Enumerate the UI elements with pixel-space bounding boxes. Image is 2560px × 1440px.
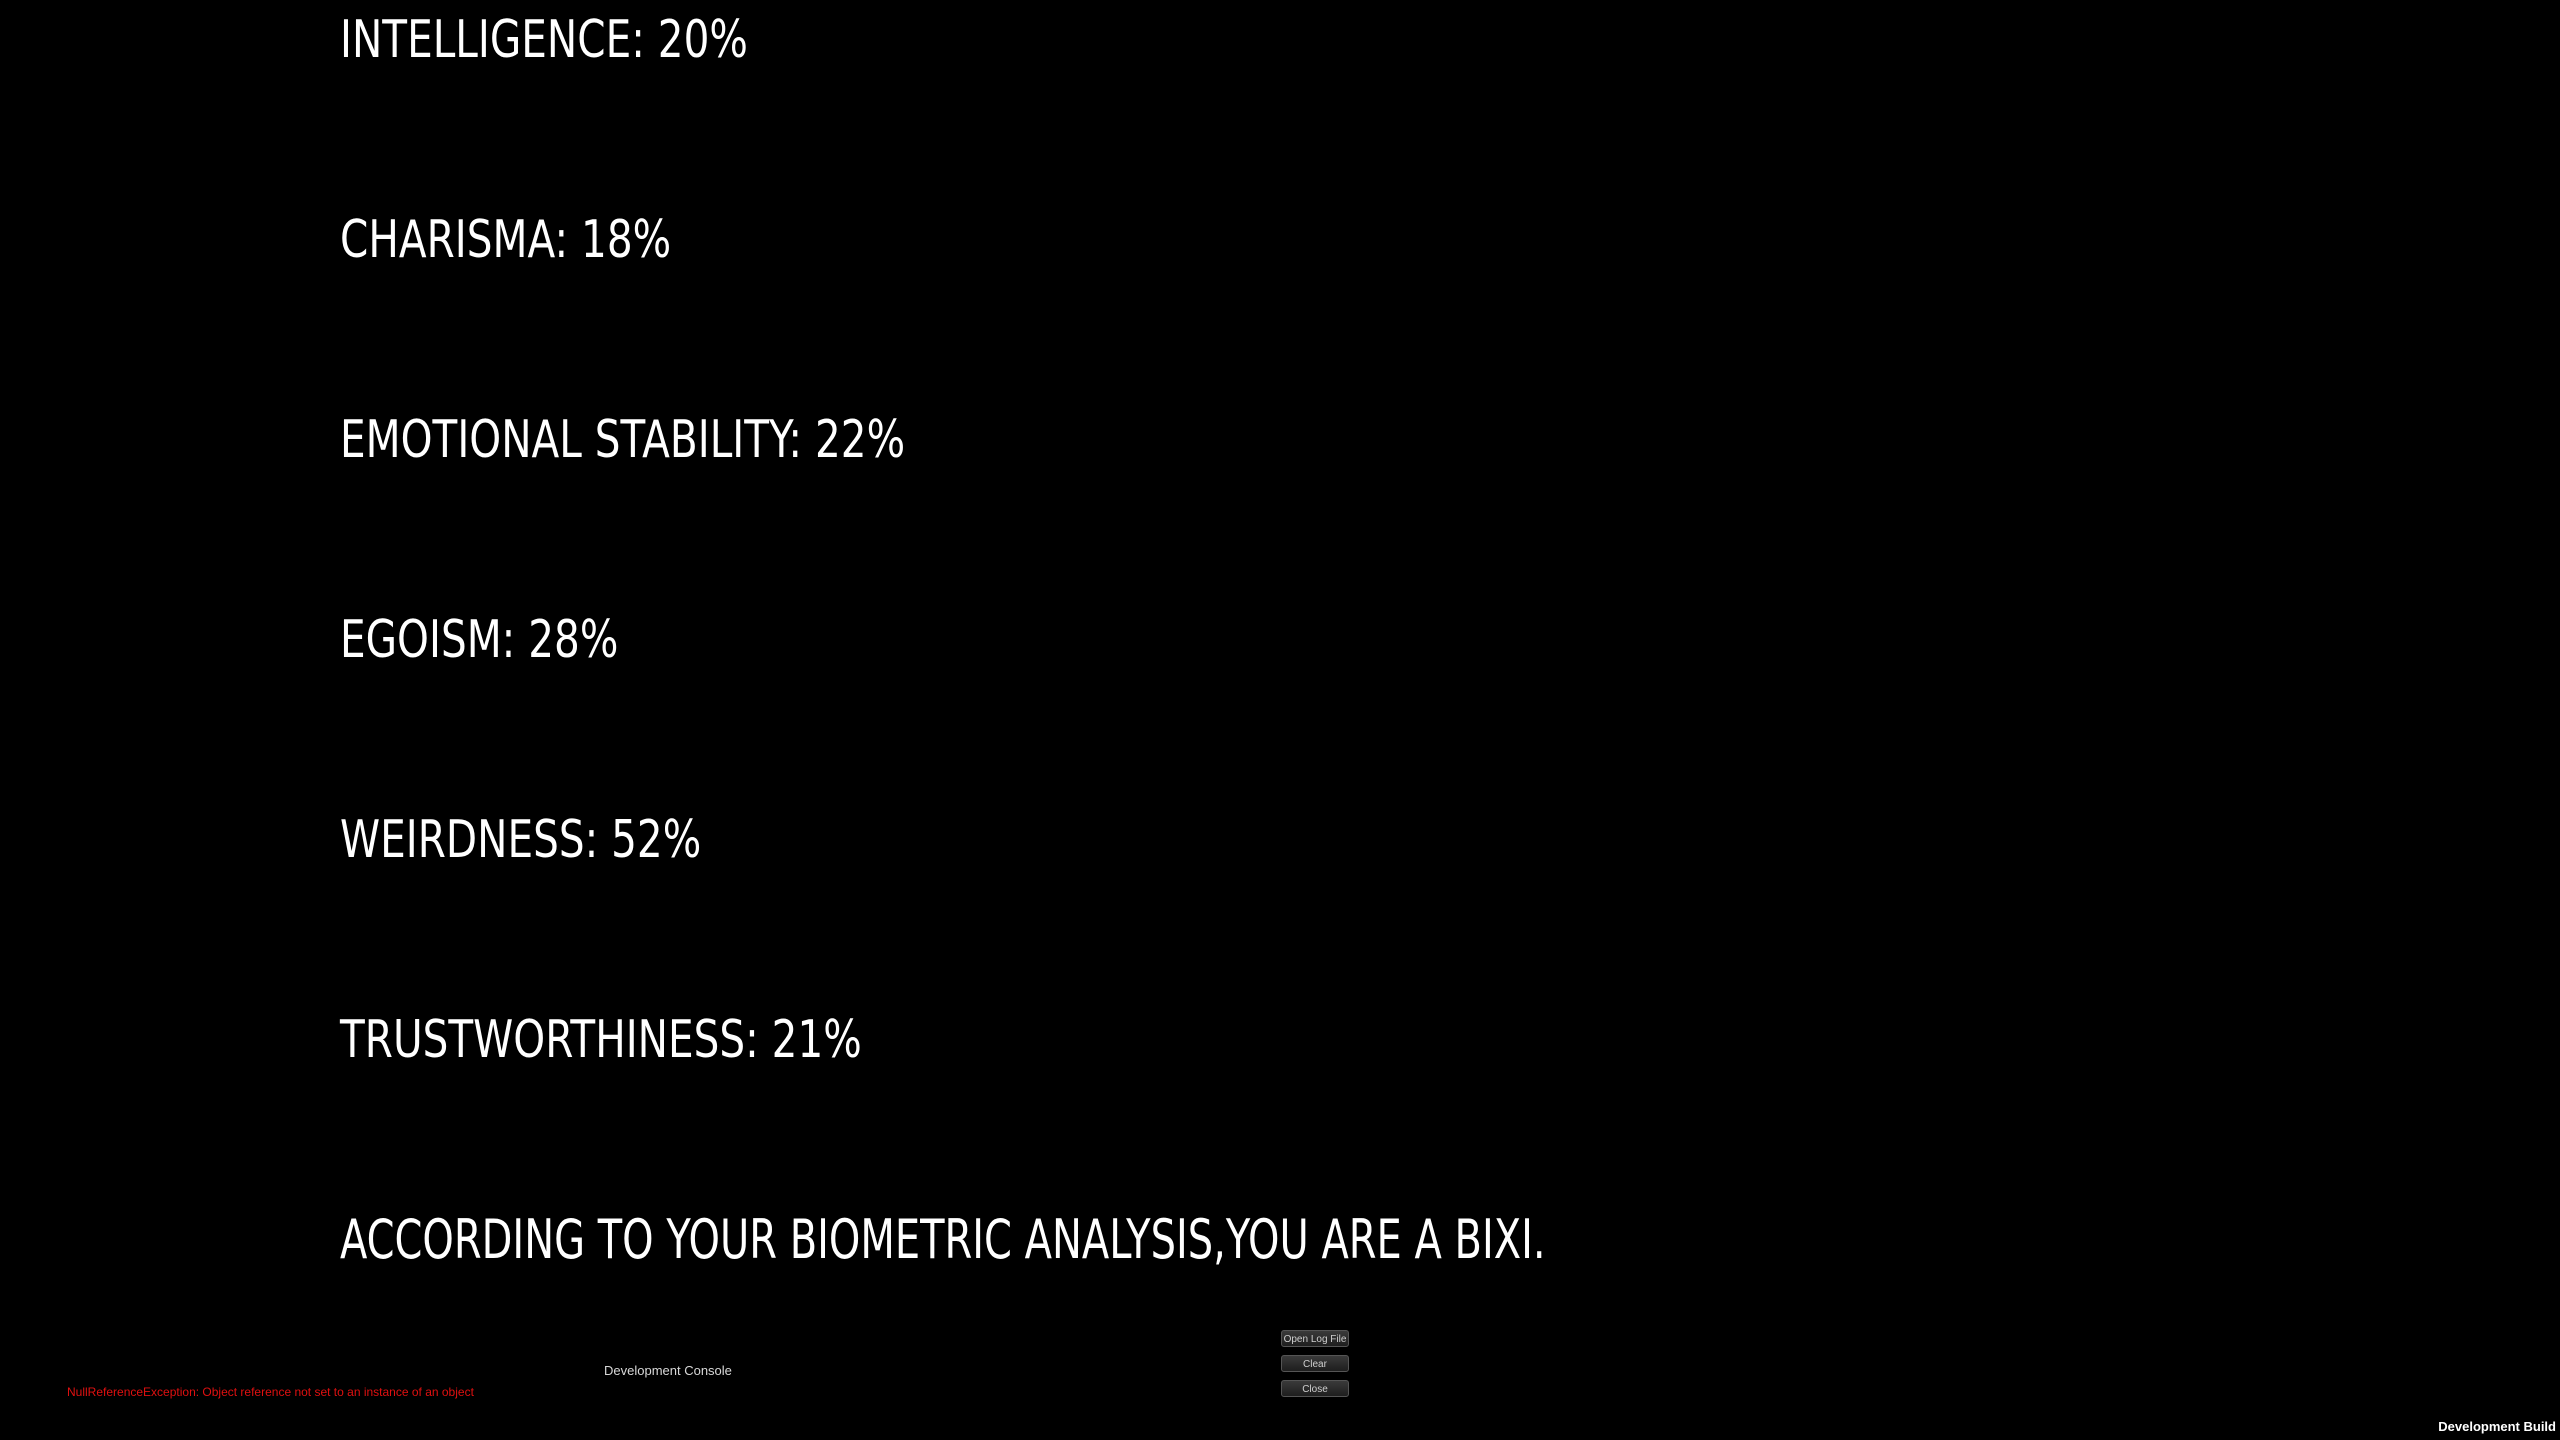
stat-charisma: CHARISMA: 18% xyxy=(340,210,672,270)
stat-weirdness: WEIRDNESS: 52% xyxy=(340,810,702,870)
stat-intelligence: INTELLIGENCE: 20% xyxy=(340,10,748,70)
development-console: Development Console NullReferenceExcepti… xyxy=(0,1320,1400,1440)
stat-emotional-stability: EMOTIONAL STABILITY: 22% xyxy=(340,410,906,470)
close-button[interactable]: Close xyxy=(1281,1380,1349,1397)
console-title: Development Console xyxy=(604,1363,732,1378)
clear-button[interactable]: Clear xyxy=(1281,1355,1349,1372)
console-error-message[interactable]: NullReferenceException: Object reference… xyxy=(67,1385,474,1399)
open-log-file-button[interactable]: Open Log File xyxy=(1281,1330,1349,1347)
stat-egoism: EGOISM: 28% xyxy=(340,610,619,670)
development-build-label: Development Build xyxy=(2438,1419,2556,1434)
analysis-result: ACCORDING TO YOUR BIOMETRIC ANALYSIS,YOU… xyxy=(340,1208,1546,1271)
stat-trustworthiness: TRUSTWORTHINESS: 21% xyxy=(340,1010,862,1070)
